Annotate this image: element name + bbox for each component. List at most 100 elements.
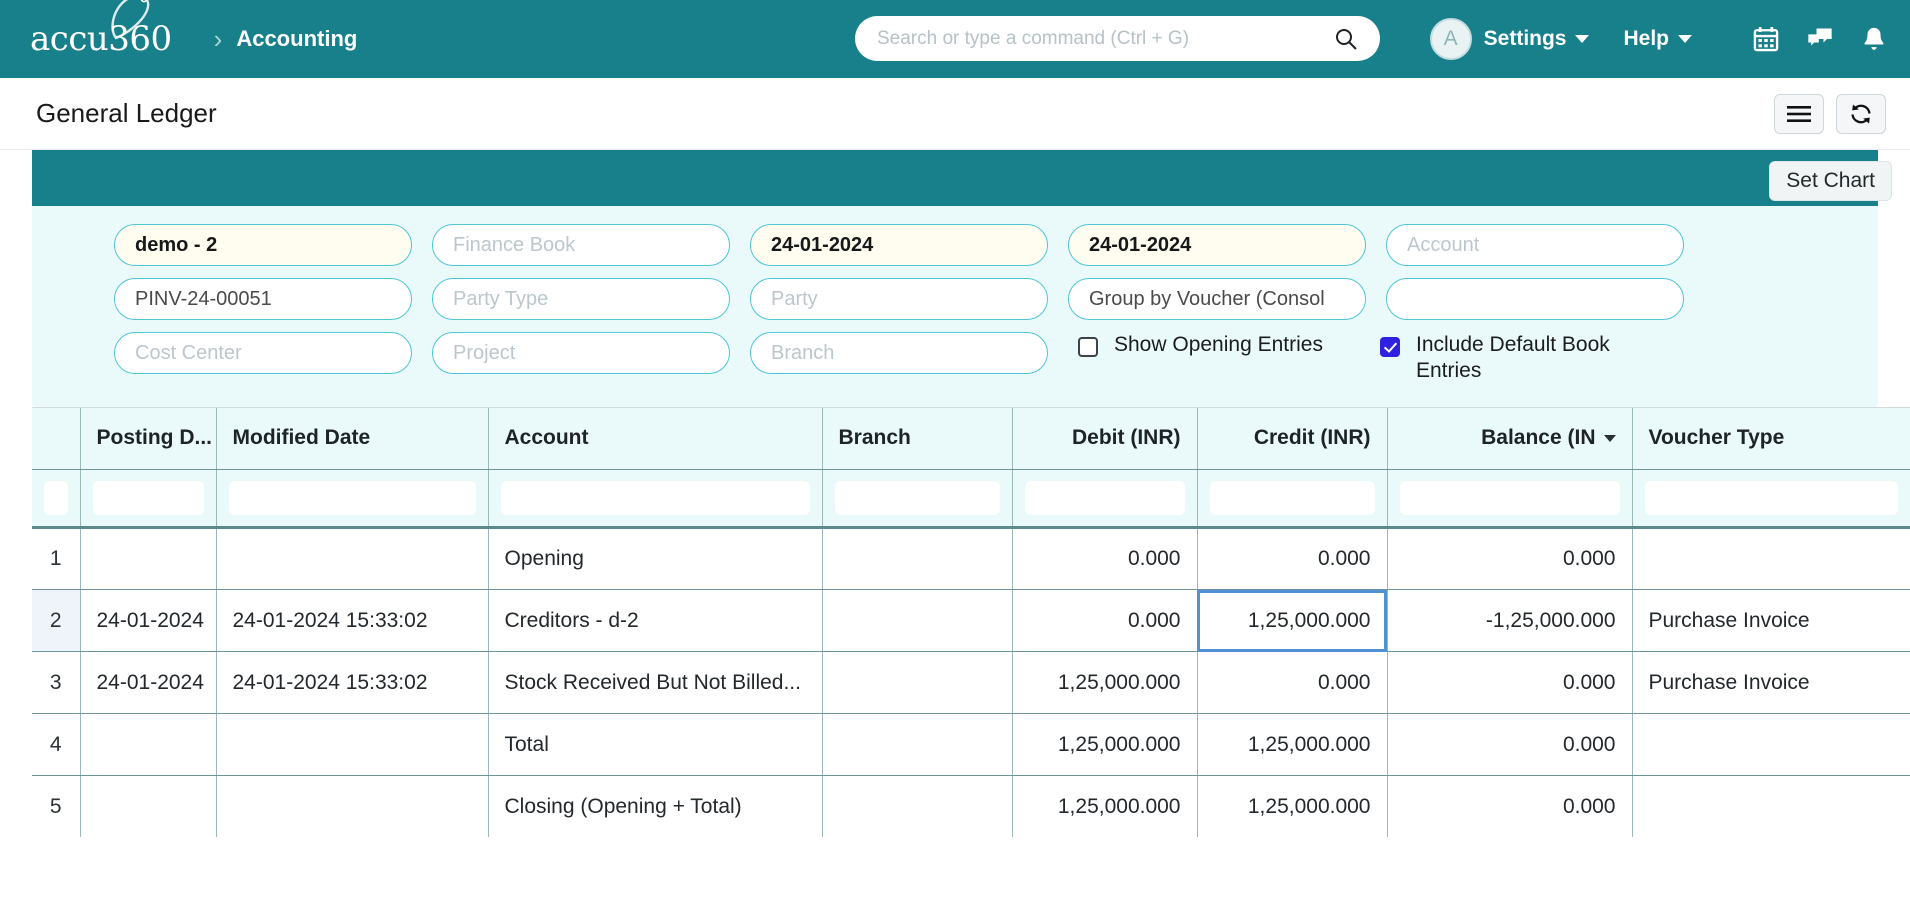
cell-balance[interactable]: -1,25,000.000: [1387, 589, 1633, 652]
cell-modified-date[interactable]: [216, 713, 489, 776]
cell-balance[interactable]: 0.000: [1387, 775, 1633, 837]
cell-credit[interactable]: 0.000: [1197, 651, 1388, 714]
column-header-posting-date[interactable]: Posting D...: [80, 407, 217, 470]
filter-extra[interactable]: [1386, 278, 1684, 320]
settings-menu[interactable]: Settings: [1484, 27, 1590, 51]
checkbox-box-unchecked[interactable]: [1078, 337, 1098, 357]
column-header-branch[interactable]: Branch: [822, 407, 1013, 470]
global-search[interactable]: [855, 16, 1380, 61]
filter-finance-book[interactable]: Finance Book: [432, 224, 730, 266]
cell-credit[interactable]: 1,25,000.000: [1197, 713, 1388, 776]
help-menu[interactable]: Help: [1623, 27, 1692, 51]
checkbox-include-default-book-entries[interactable]: Include Default Book Entries: [1380, 332, 1640, 385]
column-header-modified-date[interactable]: Modified Date: [216, 407, 489, 470]
cell-posting-date[interactable]: 24-01-2024: [80, 651, 217, 714]
filter-input-balance[interactable]: [1399, 481, 1620, 515]
column-header-credit[interactable]: Credit (INR): [1197, 407, 1388, 470]
report-grid[interactable]: Posting D... Modified Date Account Branc…: [32, 406, 1910, 837]
cell-credit[interactable]: 0.000: [1197, 527, 1388, 590]
cell-posting-date[interactable]: [80, 775, 217, 837]
cell-modified-date[interactable]: 24-01-2024 15:33:02: [216, 651, 489, 714]
cell-credit[interactable]: 1,25,000.000: [1197, 775, 1388, 837]
column-header-debit[interactable]: Debit (INR): [1012, 407, 1198, 470]
row-index[interactable]: 4: [32, 713, 81, 776]
breadcrumb-title[interactable]: Accounting: [236, 26, 357, 52]
search-icon[interactable]: [1334, 27, 1358, 51]
cell-account[interactable]: Opening: [488, 527, 823, 590]
filter-input-debit[interactable]: [1024, 481, 1185, 515]
cell-branch[interactable]: [822, 713, 1013, 776]
cell-branch[interactable]: [822, 651, 1013, 714]
row-index[interactable]: 3: [32, 651, 81, 714]
cell-account[interactable]: Closing (Opening + Total): [488, 775, 823, 837]
checkbox-box-checked[interactable]: [1380, 337, 1400, 357]
column-header-account[interactable]: Account: [488, 407, 823, 470]
cell-posting-date[interactable]: [80, 527, 217, 590]
column-header-voucher-type[interactable]: Voucher Type: [1632, 407, 1910, 470]
table-row[interactable]: 1 Opening 0.000 0.000 0.000: [32, 527, 1910, 590]
filter-cost-center[interactable]: Cost Center: [114, 332, 412, 374]
row-index[interactable]: 1: [32, 527, 81, 590]
filter-party-type[interactable]: Party Type: [432, 278, 730, 320]
row-index[interactable]: 5: [32, 775, 81, 837]
cell-modified-date[interactable]: 24-01-2024 15:33:02: [216, 589, 489, 652]
avatar[interactable]: A: [1429, 18, 1472, 60]
menu-button[interactable]: [1774, 93, 1824, 134]
cell-debit[interactable]: 1,25,000.000: [1012, 775, 1198, 837]
cell-account[interactable]: Total: [488, 713, 823, 776]
cell-voucher-type[interactable]: Purchase Invoice: [1632, 651, 1910, 714]
cell-debit[interactable]: 1,25,000.000: [1012, 713, 1198, 776]
filter-company[interactable]: demo - 2: [114, 224, 412, 266]
filter-input-posting-date[interactable]: [92, 481, 204, 515]
cell-balance[interactable]: 0.000: [1387, 651, 1633, 714]
cell-branch[interactable]: [822, 589, 1013, 652]
refresh-button[interactable]: [1836, 93, 1886, 134]
filter-account[interactable]: Account: [1386, 224, 1684, 266]
filter-input-credit[interactable]: [1209, 481, 1375, 515]
cell-branch[interactable]: [822, 527, 1013, 590]
chevron-down-icon[interactable]: [1603, 434, 1616, 442]
cell-branch[interactable]: [822, 775, 1013, 837]
cell-modified-date[interactable]: [216, 527, 489, 590]
filter-input-index[interactable]: [44, 481, 68, 515]
row-index[interactable]: 2: [32, 589, 81, 652]
cell-debit[interactable]: 0.000: [1012, 589, 1198, 652]
cell-posting-date[interactable]: 24-01-2024: [80, 589, 217, 652]
cell-voucher-type[interactable]: Purchase Invoice: [1632, 589, 1910, 652]
table-row[interactable]: 4 Total 1,25,000.000 1,25,000.000 0.000: [32, 713, 1910, 776]
cell-balance[interactable]: 0.000: [1387, 527, 1633, 590]
filter-group-by[interactable]: Group by Voucher (Consol: [1068, 278, 1366, 320]
search-input[interactable]: [877, 27, 1334, 50]
filter-input-voucher-type[interactable]: [1644, 481, 1898, 515]
filter-from-date[interactable]: 24-01-2024: [750, 224, 1048, 266]
cell-debit[interactable]: 1,25,000.000: [1012, 651, 1198, 714]
cell-credit-selected[interactable]: 1,25,000.000: [1197, 589, 1388, 652]
cell-account[interactable]: Creditors - d-2: [488, 589, 823, 652]
filter-to-date[interactable]: 24-01-2024: [1068, 224, 1366, 266]
cell-voucher-type[interactable]: [1632, 713, 1910, 776]
table-row[interactable]: 2 24-01-2024 24-01-2024 15:33:02 Credito…: [32, 589, 1910, 652]
table-row[interactable]: 3 24-01-2024 24-01-2024 15:33:02 Stock R…: [32, 651, 1910, 714]
app-logo[interactable]: accu360: [30, 0, 172, 56]
filter-party[interactable]: Party: [750, 278, 1048, 320]
chat-icon[interactable]: [1806, 25, 1834, 53]
calendar-icon[interactable]: [1752, 25, 1780, 53]
cell-account[interactable]: Stock Received But Not Billed...: [488, 651, 823, 714]
cell-voucher-type[interactable]: [1632, 775, 1910, 837]
table-row[interactable]: 5 Closing (Opening + Total) 1,25,000.000…: [32, 775, 1910, 837]
cell-voucher-type[interactable]: [1632, 527, 1910, 590]
cell-modified-date[interactable]: [216, 775, 489, 837]
bell-icon[interactable]: [1860, 25, 1888, 53]
checkbox-show-opening-entries[interactable]: Show Opening Entries: [1078, 332, 1338, 358]
column-header-balance[interactable]: Balance (IN: [1387, 407, 1633, 470]
set-chart-button[interactable]: Set Chart: [1769, 161, 1892, 201]
cell-balance[interactable]: 0.000: [1387, 713, 1633, 776]
filter-input-account[interactable]: [500, 481, 810, 515]
filter-voucher-no[interactable]: PINV-24-00051: [114, 278, 412, 320]
cell-posting-date[interactable]: [80, 713, 217, 776]
filter-branch[interactable]: Branch: [750, 332, 1048, 374]
cell-debit[interactable]: 0.000: [1012, 527, 1198, 590]
filter-input-modified-date[interactable]: [228, 481, 476, 515]
filter-input-branch[interactable]: [834, 481, 1000, 515]
filter-project[interactable]: Project: [432, 332, 730, 374]
